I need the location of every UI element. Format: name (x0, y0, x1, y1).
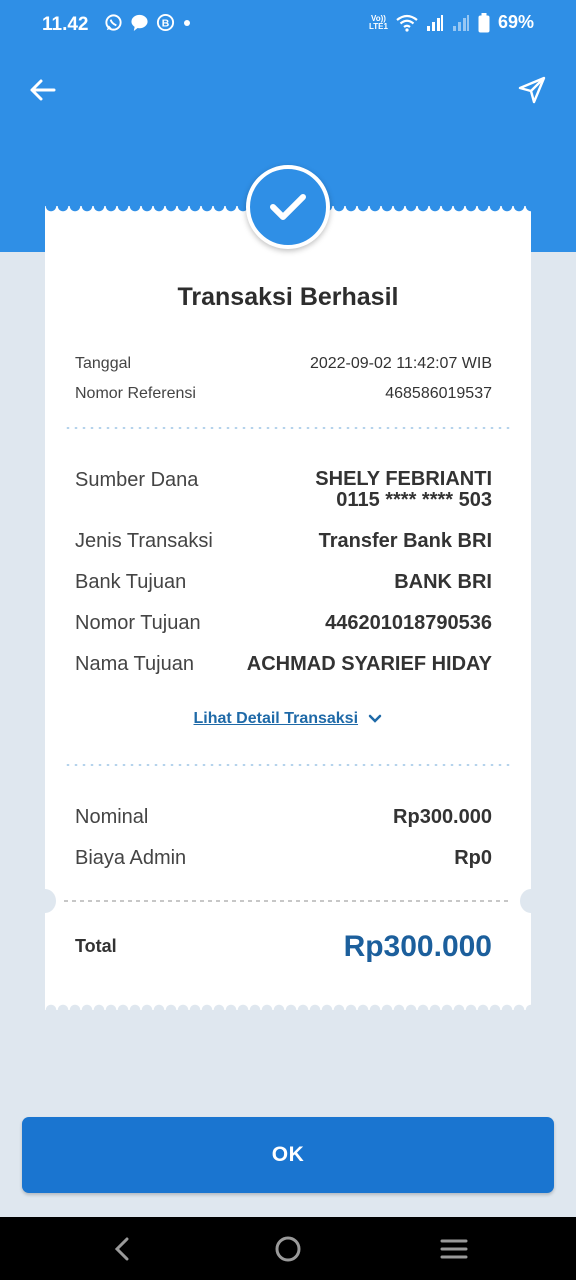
reference-value: 468586019537 (385, 385, 492, 402)
back-button[interactable] (24, 72, 60, 108)
success-badge (246, 165, 330, 249)
account-number-value: 446201018790536 (325, 612, 492, 634)
nominal-row: Nominal Rp300.000 (75, 806, 492, 829)
nav-home-icon (275, 1236, 301, 1262)
transaction-type-label: Jenis Transaksi (75, 530, 213, 552)
svg-text:B: B (162, 18, 170, 29)
b-icon: B (156, 13, 175, 32)
bank-value: BANK BRI (394, 571, 492, 593)
source-label: Sumber Dana (75, 469, 199, 491)
view-details-link[interactable]: Lihat Detail Transaksi (45, 710, 531, 728)
chevron-down-icon (369, 714, 382, 723)
account-number-row: Nomor Tujuan 446201018790536 (75, 612, 492, 635)
divider (64, 427, 512, 429)
date-row: Tanggal 2022-09-02 11:42:07 WIB (75, 355, 492, 373)
whatsapp-icon (105, 14, 122, 31)
ok-button[interactable]: OK (22, 1117, 554, 1193)
nav-home-button[interactable] (270, 1231, 306, 1267)
nav-back-icon (114, 1237, 129, 1261)
notification-icons: B (104, 13, 192, 32)
total-value: Rp300.000 (343, 930, 492, 963)
battery-icon (478, 12, 490, 32)
system-nav-bar (0, 1217, 576, 1280)
receipt-edge-bottom (45, 1000, 531, 1010)
source-name: SHELY FEBRIANTI (315, 468, 492, 490)
reference-row: Nomor Referensi 468586019537 (75, 385, 492, 403)
source-account: 0115 **** **** 503 (336, 489, 492, 511)
total-divider (64, 900, 512, 902)
status-time: 11.42 (42, 14, 89, 35)
date-label: Tanggal (75, 355, 132, 372)
nav-menu-icon (440, 1239, 468, 1259)
account-number-label: Nomor Tujuan (75, 612, 201, 634)
total-label: Total (75, 936, 117, 956)
battery-level: 69% (497, 12, 534, 32)
recipient-name-value: ACHMAD SYARIEF HIDAY (246, 653, 492, 675)
recipient-name-row: Nama Tujuan ACHMAD SYARIEF HIDAY (75, 653, 492, 676)
receipt-notch-left (34, 889, 56, 913)
dot-icon (184, 19, 190, 26)
nav-menu-button[interactable] (436, 1231, 472, 1267)
page-title: Transaksi Berhasil (177, 283, 399, 311)
source-value: SHELY FEBRIANTI 0115 **** **** 503 (315, 469, 492, 511)
status-right: Vo)) LTE1 69% (369, 12, 534, 33)
nav-back-button[interactable] (104, 1231, 140, 1267)
chat-bubble-icon (131, 14, 148, 32)
reference-label: Nomor Referensi (75, 385, 196, 402)
recipient-name-label: Nama Tujuan (75, 653, 194, 675)
share-button[interactable] (514, 72, 550, 108)
nominal-label: Nominal (75, 806, 149, 828)
nominal-value: Rp300.000 (393, 806, 492, 828)
transaction-type-row: Jenis Transaksi Transfer Bank BRI (75, 530, 492, 553)
transaction-type-value: Transfer Bank BRI (318, 530, 492, 552)
volte-indicator: Vo)) LTE1 (369, 13, 388, 31)
divider (64, 764, 512, 766)
share-send-icon (518, 76, 546, 104)
receipt-notch-right (520, 889, 542, 913)
admin-fee-row: Biaya Admin Rp0 (75, 847, 492, 870)
back-arrow-icon (30, 79, 56, 101)
view-details-label: Lihat Detail Transaksi (193, 710, 359, 727)
signal-icon (426, 14, 443, 31)
date-value: 2022-09-02 11:42:07 WIB (309, 355, 492, 372)
admin-fee-label: Biaya Admin (75, 847, 187, 869)
source-row: Sumber Dana SHELY FEBRIANTI 0115 **** **… (75, 469, 492, 511)
wifi-icon (396, 14, 418, 32)
bank-label: Bank Tujuan (75, 571, 187, 593)
bank-row: Bank Tujuan BANK BRI (75, 571, 492, 594)
signal-icon-2 (452, 14, 469, 31)
receipt-card (45, 214, 531, 1004)
admin-fee-value: Rp0 (454, 847, 492, 869)
check-icon (270, 194, 306, 220)
status-bar: 11.42 B Vo)) LTE1 69% (0, 0, 576, 50)
